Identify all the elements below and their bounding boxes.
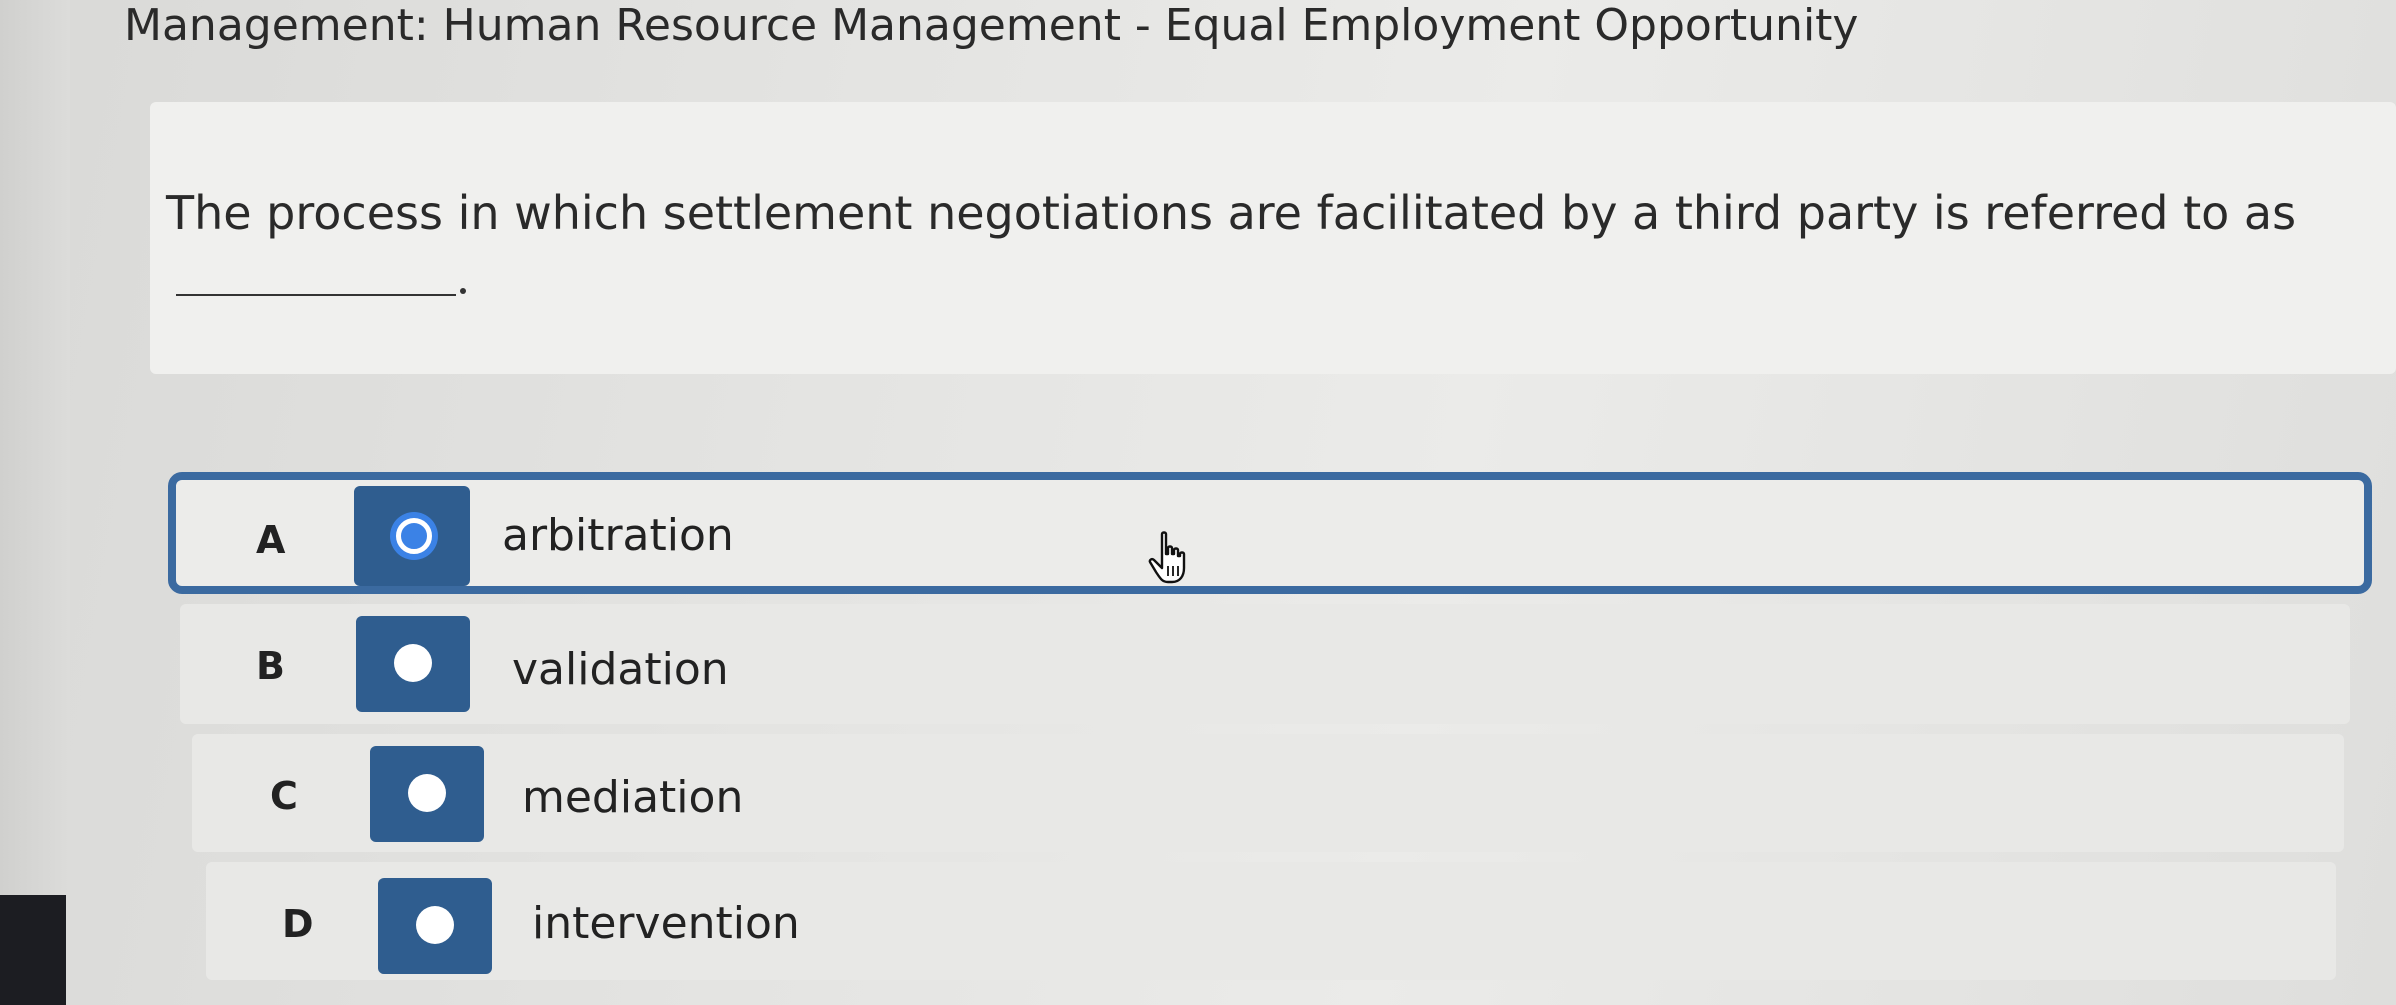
option-c-label: mediation: [522, 772, 744, 823]
option-b[interactable]: B validation: [180, 604, 2350, 724]
option-c-radio[interactable]: [370, 746, 484, 842]
option-d-label: intervention: [532, 898, 800, 949]
option-a-label: arbitration: [502, 510, 734, 561]
question-card: The process in which settlement negotiat…: [150, 102, 2396, 374]
option-a-radio[interactable]: [354, 486, 470, 586]
option-d-radio[interactable]: [378, 878, 492, 974]
option-b-letter: B: [256, 644, 285, 688]
radio-circle-icon: [394, 644, 432, 682]
option-d-letter: D: [282, 902, 314, 946]
option-c[interactable]: C mediation: [192, 734, 2344, 852]
radio-circle-icon: [396, 518, 432, 554]
answer-blank: [176, 294, 456, 296]
option-a-letter: A: [256, 518, 286, 562]
option-c-letter: C: [270, 774, 298, 818]
option-b-label: validation: [512, 644, 729, 695]
option-b-radio[interactable]: [356, 616, 470, 712]
radio-circle-icon: [416, 906, 454, 944]
breadcrumb: Management: Human Resource Management - …: [124, 0, 1859, 51]
option-a[interactable]: A arbitration: [168, 472, 2372, 594]
option-d[interactable]: D intervention: [206, 862, 2336, 980]
left-edge-strip: [0, 0, 70, 895]
radio-circle-icon: [408, 774, 446, 812]
hand-pointer-icon: [1148, 531, 1186, 584]
answer-blank-period: [460, 288, 466, 294]
question-text: The process in which settlement negotiat…: [166, 186, 2297, 240]
dark-corner: [0, 895, 66, 1005]
